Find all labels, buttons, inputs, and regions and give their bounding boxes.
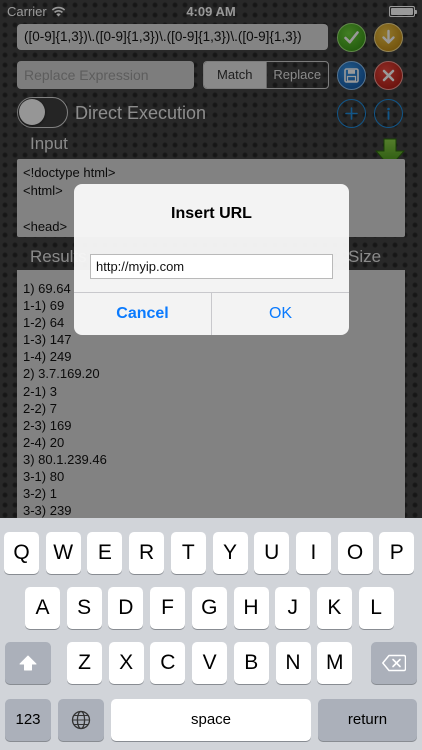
- return-key[interactable]: return: [318, 699, 417, 741]
- shift-icon: [19, 655, 37, 671]
- numbers-key[interactable]: 123: [5, 699, 51, 741]
- key-k[interactable]: K: [316, 587, 352, 629]
- key-e[interactable]: E: [87, 532, 123, 574]
- shift-key[interactable]: [5, 642, 51, 684]
- key-x[interactable]: X: [108, 642, 144, 684]
- key-f[interactable]: F: [150, 587, 186, 629]
- key-u[interactable]: U: [254, 532, 290, 574]
- insert-url-dialog: Insert URL http://myip.com Cancel OK: [74, 184, 349, 335]
- on-screen-keyboard: 123 space return QWERTYUIOP ASDFGHJKL ZXCV…: [0, 518, 422, 750]
- key-z[interactable]: Z: [67, 642, 102, 684]
- key-o[interactable]: O: [337, 532, 373, 574]
- key-r[interactable]: R: [129, 532, 165, 574]
- ok-button[interactable]: OK: [212, 293, 349, 335]
- url-input[interactable]: http://myip.com: [90, 254, 333, 279]
- globe-key[interactable]: [58, 699, 104, 741]
- key-w[interactable]: W: [45, 532, 81, 574]
- key-g[interactable]: G: [191, 587, 227, 629]
- key-a[interactable]: A: [25, 587, 60, 629]
- cancel-button[interactable]: Cancel: [74, 293, 211, 335]
- key-b[interactable]: B: [233, 642, 269, 684]
- backspace-key[interactable]: [371, 642, 417, 684]
- key-s[interactable]: S: [66, 587, 102, 629]
- space-key[interactable]: space: [111, 699, 311, 741]
- key-d[interactable]: D: [108, 587, 144, 629]
- key-m[interactable]: M: [317, 642, 353, 684]
- key-l[interactable]: L: [358, 587, 394, 629]
- key-j[interactable]: J: [275, 587, 311, 629]
- key-h[interactable]: H: [233, 587, 269, 629]
- key-p[interactable]: P: [379, 532, 415, 574]
- key-t[interactable]: T: [170, 532, 206, 574]
- dialog-title: Insert URL: [171, 205, 252, 222]
- key-n[interactable]: N: [275, 642, 311, 684]
- key-q[interactable]: Q: [4, 532, 39, 574]
- key-i[interactable]: I: [295, 532, 331, 574]
- backspace-icon: [382, 654, 406, 672]
- key-c[interactable]: C: [150, 642, 186, 684]
- key-v[interactable]: V: [192, 642, 228, 684]
- key-y[interactable]: Y: [212, 532, 248, 574]
- globe-icon: [71, 710, 91, 730]
